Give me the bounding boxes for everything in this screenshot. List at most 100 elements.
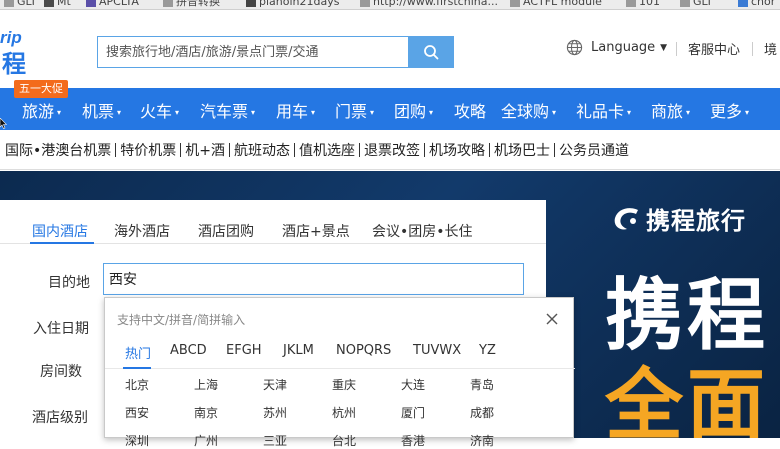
language-label: Language [591,40,656,55]
bookmarks-bar: GLI Mt APCLTA 拼音转换 planoln21days http://www.f… [0,0,780,10]
city-option[interactable]: 台北 [332,432,356,449]
bookmark-item[interactable]: Mt [44,0,71,9]
nav-item[interactable]: 用车 ▾ [276,98,315,122]
nav-item[interactable]: 汽车票 ▾ [200,98,255,122]
city-option[interactable]: 香港 [401,432,425,449]
hotel-tab[interactable]: 会议•团房•长住 [372,221,473,241]
nav-item[interactable]: 更多 ▾ [710,98,749,122]
city-option[interactable]: 北京 [125,376,149,393]
nav-item[interactable]: 全球购 ▾ [501,98,556,122]
subnav-item[interactable]: 特价机票 [120,140,176,160]
subnav-item[interactable]: 航班动态 [234,140,290,160]
hotel-tab[interactable]: 酒店团购 [198,221,254,241]
city-option[interactable]: 深圳 [125,432,149,449]
nav-item-label: 汽车票 [200,102,249,121]
bookmark-item[interactable]: GLI [4,0,35,9]
rooms-label: 房间数 [40,364,82,380]
city-option[interactable]: 西安 [125,404,149,421]
city-letter-tab[interactable]: TUVWX [413,343,461,358]
city-option[interactable]: 重庆 [332,376,356,393]
subnav-item[interactable]: 机场攻略 [429,140,485,160]
bookmark-item[interactable]: GLI [680,0,711,9]
subnav-item[interactable]: 值机选座 [299,140,355,160]
city-option[interactable]: 广州 [194,432,218,449]
city-option[interactable]: 济南 [470,432,494,449]
bookmark-item[interactable]: APCLTA [86,0,139,9]
flight-subnav: 国际•港澳台机票 特价机票 机+酒 航班动态 值机选座 退票改签 机场攻略 机场巴士 公务员通道 [0,130,780,170]
bookmark-item[interactable]: chor [738,0,775,9]
page-icon [360,0,370,7]
close-icon[interactable] [545,312,559,326]
subnav-item[interactable]: 国际•港澳台机票 [5,140,111,160]
bookmark-item[interactable]: http://www.firstchina... [360,0,498,9]
nav-item[interactable]: 火车 ▾ [140,98,179,122]
hotel-tab[interactable]: 海外酒店 [114,221,170,241]
nav-item-label: 礼品卡 [576,102,625,121]
city-letter-tab[interactable]: ABCD [170,343,207,358]
customer-service-link[interactable]: 客服中心 [688,39,740,58]
city-option[interactable]: 上海 [194,376,218,393]
bookmark-label: GLI [17,0,35,8]
nav-item[interactable]: 攻略 [454,98,486,122]
subnav-item[interactable]: 机场巴士 [494,140,550,160]
nav-item[interactable]: 门票 ▾ [335,98,374,122]
nav-item-label: 攻略 [454,102,487,121]
city-option[interactable]: 南京 [194,404,218,421]
google-icon [44,0,54,7]
nav-item-label: 机票 [82,102,115,121]
header-divider [752,42,753,56]
subnav-item[interactable]: 退票改签 [364,140,420,160]
chevron-down-icon: ▾ [745,108,750,117]
language-selector[interactable]: Language ▼ [566,39,667,56]
chevron-down-icon: ▾ [175,108,180,117]
bookmark-label: 拼音转换 [176,0,220,8]
hotel-tab[interactable]: 酒店+景点 [282,221,350,241]
nav-item[interactable]: 机票 ▾ [82,98,121,122]
city-option[interactable]: 苏州 [263,404,287,421]
city-letter-tabs: 热门 ABCD EFGH JKLM NOPQRS TUVWX YZ [105,340,575,368]
bookmark-item[interactable]: 101 [626,0,660,9]
bookmark-item[interactable]: 拼音转换 [163,0,220,9]
search-button[interactable] [408,36,454,68]
hero-brand: 携程旅行 [612,201,746,236]
subnav-divider [115,142,117,157]
nav-item-label: 旅游 [22,102,55,121]
city-option[interactable]: 杭州 [332,404,356,421]
nav-item[interactable]: 团购 ▾ [394,98,433,122]
city-letter-tab[interactable]: EFGH [226,343,262,358]
chevron-down-icon: ▾ [552,108,557,117]
subnav-divider [180,142,182,157]
bookmark-item[interactable]: planoln21days [246,0,339,9]
city-option[interactable]: 成都 [470,404,494,421]
city-letter-tab[interactable]: YZ [479,343,496,358]
tabs-divider [105,368,575,369]
city-option[interactable]: 大连 [401,376,425,393]
chevron-down-icon: ▾ [370,108,375,117]
globe-icon [566,39,583,56]
city-letter-tab[interactable]: 热门 [125,343,151,362]
nav-item[interactable]: 礼品卡 ▾ [576,98,631,122]
city-letter-tab[interactable]: NOPQRS [336,343,391,358]
nav-item-label: 更多 [710,102,743,121]
city-option[interactable]: 三亚 [263,432,287,449]
page-icon [626,0,636,7]
search-input[interactable] [97,36,409,68]
nav-item[interactable]: 旅游 ▾ [22,98,61,122]
chevron-down-icon: ▾ [251,108,256,117]
active-tab-indicator [30,242,94,244]
app-icon [86,0,96,7]
subnav-item[interactable]: 机+酒 [185,140,225,160]
nav-item-label: 火车 [140,102,173,121]
city-option[interactable]: 天津 [263,376,287,393]
subnav-item[interactable]: 公务员通道 [559,140,629,160]
city-option[interactable]: 厦门 [401,404,425,421]
ctrip-logo[interactable]: rip 程 [0,28,44,78]
bookmark-item[interactable]: ACTFL module [510,0,602,9]
destination-input[interactable] [103,263,524,295]
hotel-tab[interactable]: 国内酒店 [32,221,88,241]
page-icon [163,0,173,7]
city-letter-tab[interactable]: JKLM [283,343,314,358]
region-link[interactable]: 境 [764,39,777,58]
city-option[interactable]: 青岛 [470,376,494,393]
nav-item[interactable]: 商旅 ▾ [651,98,690,122]
